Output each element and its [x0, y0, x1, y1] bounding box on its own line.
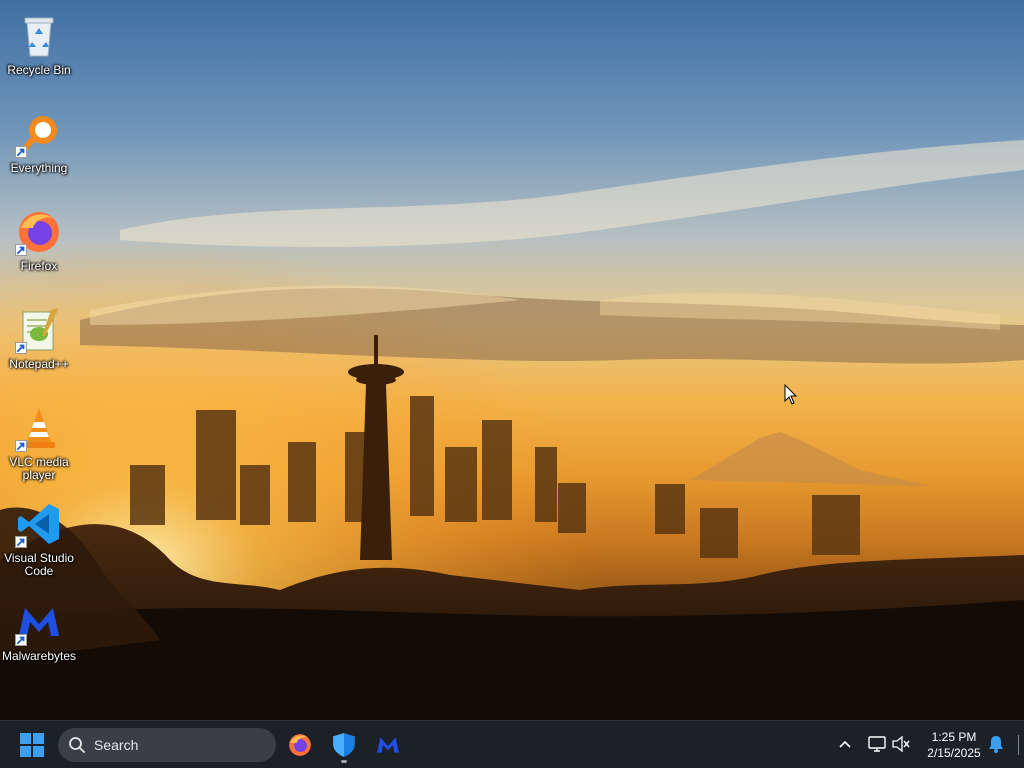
- desktop-icon-label: Malwarebytes: [1, 649, 77, 663]
- desktop-icon-label: Firefox: [20, 259, 58, 273]
- tray-network-button[interactable]: [866, 733, 888, 755]
- desktop-icon-malwarebytes[interactable]: Malwarebytes: [0, 592, 78, 684]
- start-button[interactable]: [12, 727, 52, 763]
- shortcut-arrow-icon: [15, 634, 27, 646]
- vlc-cone-icon: [15, 404, 63, 452]
- desktop-icon-everything[interactable]: Everything: [0, 104, 78, 196]
- shortcut-arrow-icon: [15, 342, 27, 354]
- shortcut-arrow-icon: [15, 440, 27, 452]
- desktop-icon-vlc[interactable]: VLC media player: [0, 398, 78, 490]
- taskbar-app-windows-security[interactable]: [324, 727, 364, 763]
- search-icon: [68, 736, 86, 754]
- vscode-icon: [15, 500, 63, 548]
- notification-center-button[interactable]: [986, 734, 1006, 754]
- bell-icon: [989, 736, 1003, 753]
- show-desktop-button[interactable]: [1018, 735, 1021, 755]
- notepad-plus-plus-icon: [15, 306, 63, 354]
- windows-logo-icon: [20, 733, 44, 757]
- taskbar-search-box[interactable]: Search: [58, 728, 276, 762]
- taskbar-app-firefox[interactable]: [280, 727, 320, 763]
- windows-security-icon: [333, 733, 355, 757]
- malwarebytes-icon: [15, 598, 63, 646]
- desktop-icon-vscode[interactable]: Visual Studio Code: [0, 494, 78, 586]
- malwarebytes-icon: [377, 737, 399, 753]
- taskbar-app-malwarebytes[interactable]: [368, 727, 408, 763]
- running-indicator: [341, 760, 347, 763]
- volume-muted-icon: [892, 735, 910, 753]
- taskbar-clock[interactable]: 1:25 PM 2/15/2025: [918, 729, 990, 761]
- shortcut-arrow-icon: [15, 536, 27, 548]
- desktop-icon-recycle-bin[interactable]: Recycle Bin: [0, 6, 78, 98]
- desktop-icon-label: VLC media player: [9, 455, 69, 482]
- desktop-icon-notepad-plus-plus[interactable]: Notepad++: [0, 300, 78, 392]
- shortcut-arrow-icon: [15, 244, 27, 256]
- desktop-icon-label: Notepad++: [9, 357, 69, 371]
- desktop-icon-label: Visual Studio Code: [4, 551, 74, 578]
- desktop-icon-firefox[interactable]: Firefox: [0, 202, 78, 294]
- firefox-icon: [15, 208, 63, 256]
- desktop-wallpaper: [0, 0, 1024, 720]
- taskbar: Search 1:25 PM 2/15/2025: [0, 720, 1024, 768]
- chevron-up-icon: [839, 740, 851, 748]
- desktop-icon-grid: Recycle Bin Everything Firefox Notepad++…: [0, 0, 80, 720]
- desktop-icon-label: Recycle Bin: [7, 63, 71, 77]
- desktop-icon-label: Everything: [10, 161, 68, 175]
- recycle-bin-icon: [15, 12, 63, 60]
- shortcut-arrow-icon: [15, 146, 27, 158]
- tray-volume-button[interactable]: [890, 733, 912, 755]
- mouse-cursor-icon: [784, 383, 798, 406]
- firefox-icon: [289, 734, 311, 756]
- search-placeholder: Search: [94, 737, 139, 753]
- clock-date: 2/15/2025: [927, 746, 981, 760]
- clock-time: 1:25 PM: [931, 730, 977, 744]
- network-icon: [868, 736, 886, 752]
- show-hidden-icons-button[interactable]: [834, 733, 856, 755]
- everything-search-icon: [15, 110, 63, 158]
